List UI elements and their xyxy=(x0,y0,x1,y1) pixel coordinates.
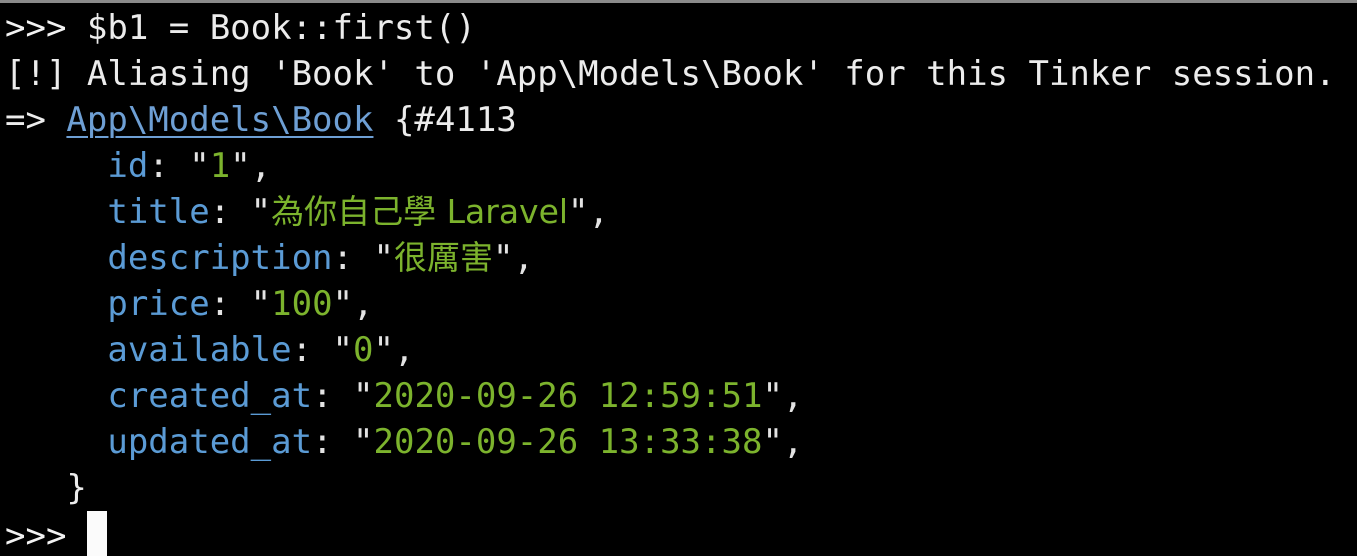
property-row: title: "為你自己學 Laravel", xyxy=(5,189,1357,235)
property-key: description xyxy=(107,238,333,278)
property-row: id: "1", xyxy=(5,143,1357,189)
property-row: price: "100", xyxy=(5,281,1357,327)
open-quote: " xyxy=(250,284,272,324)
close-quote: ", xyxy=(492,238,534,278)
property-colon: : xyxy=(148,146,190,186)
property-value: 100 xyxy=(271,284,333,324)
property-key: created_at xyxy=(107,376,313,416)
text-cursor xyxy=(86,511,107,556)
property-colon: : xyxy=(312,376,354,416)
property-value: 很厲害 xyxy=(393,238,493,277)
terminal-line-alias-notice: [!] Aliasing 'Book' to 'App\Models\Book'… xyxy=(5,51,1357,97)
open-quote: " xyxy=(373,238,394,278)
object-id: {#4113 xyxy=(373,100,517,140)
closing-brace: } xyxy=(66,468,87,508)
terminal-line-input-command: >>> $b1 = Book::first() xyxy=(5,5,1357,51)
terminal-window[interactable]: >>> $b1 = Book::first() [!] Aliasing 'Bo… xyxy=(0,0,1357,556)
open-quote: " xyxy=(250,192,272,232)
property-key: updated_at xyxy=(107,422,313,462)
property-value: 為你自己學 Laravel xyxy=(271,192,569,231)
terminal-line-result-header: => App\Models\Book {#4113 xyxy=(5,97,1357,143)
property-value: 0 xyxy=(353,330,374,370)
property-value: 2020-09-26 12:59:51 xyxy=(373,376,763,416)
open-quote: " xyxy=(189,146,210,186)
open-quote: " xyxy=(353,376,374,416)
open-quote: " xyxy=(332,330,354,370)
terminal-output-area[interactable]: >>> $b1 = Book::first() [!] Aliasing 'Bo… xyxy=(5,5,1357,556)
close-quote: ", xyxy=(762,376,804,416)
close-quote: ", xyxy=(762,422,804,462)
result-arrow: => xyxy=(5,100,67,140)
property-colon: : xyxy=(312,422,354,462)
terminal-line-final-prompt[interactable]: >>> xyxy=(5,511,1357,556)
property-key: title xyxy=(107,192,210,232)
property-key: price xyxy=(107,284,210,324)
prompt-symbol: >>> xyxy=(5,516,87,556)
property-key: id xyxy=(107,146,149,186)
typed-command: $b1 = Book::first() xyxy=(86,8,476,48)
property-colon: : xyxy=(332,238,374,278)
property-value: 1 xyxy=(209,146,231,186)
property-row: description: "很厲害", xyxy=(5,235,1357,281)
prompt-symbol: >>> xyxy=(5,8,87,48)
alias-notice-text: [!] Aliasing 'Book' to 'App\Models\Book'… xyxy=(5,54,1336,94)
open-quote: " xyxy=(353,422,374,462)
class-name-link[interactable]: App\Models\Book xyxy=(66,100,373,140)
property-value: 2020-09-26 13:33:38 xyxy=(373,422,763,462)
property-key: available xyxy=(107,330,292,370)
property-row: updated_at: "2020-09-26 13:33:38", xyxy=(5,419,1357,465)
property-row: available: "0", xyxy=(5,327,1357,373)
close-quote: ", xyxy=(568,192,609,232)
close-quote: ", xyxy=(373,330,415,370)
property-colon: : xyxy=(209,192,251,232)
close-quote: ", xyxy=(332,284,374,324)
property-row: created_at: "2020-09-26 12:59:51", xyxy=(5,373,1357,419)
closing-brace-line: } xyxy=(5,465,1357,511)
property-colon: : xyxy=(209,284,251,324)
property-colon: : xyxy=(291,330,333,370)
close-quote: ", xyxy=(230,146,272,186)
